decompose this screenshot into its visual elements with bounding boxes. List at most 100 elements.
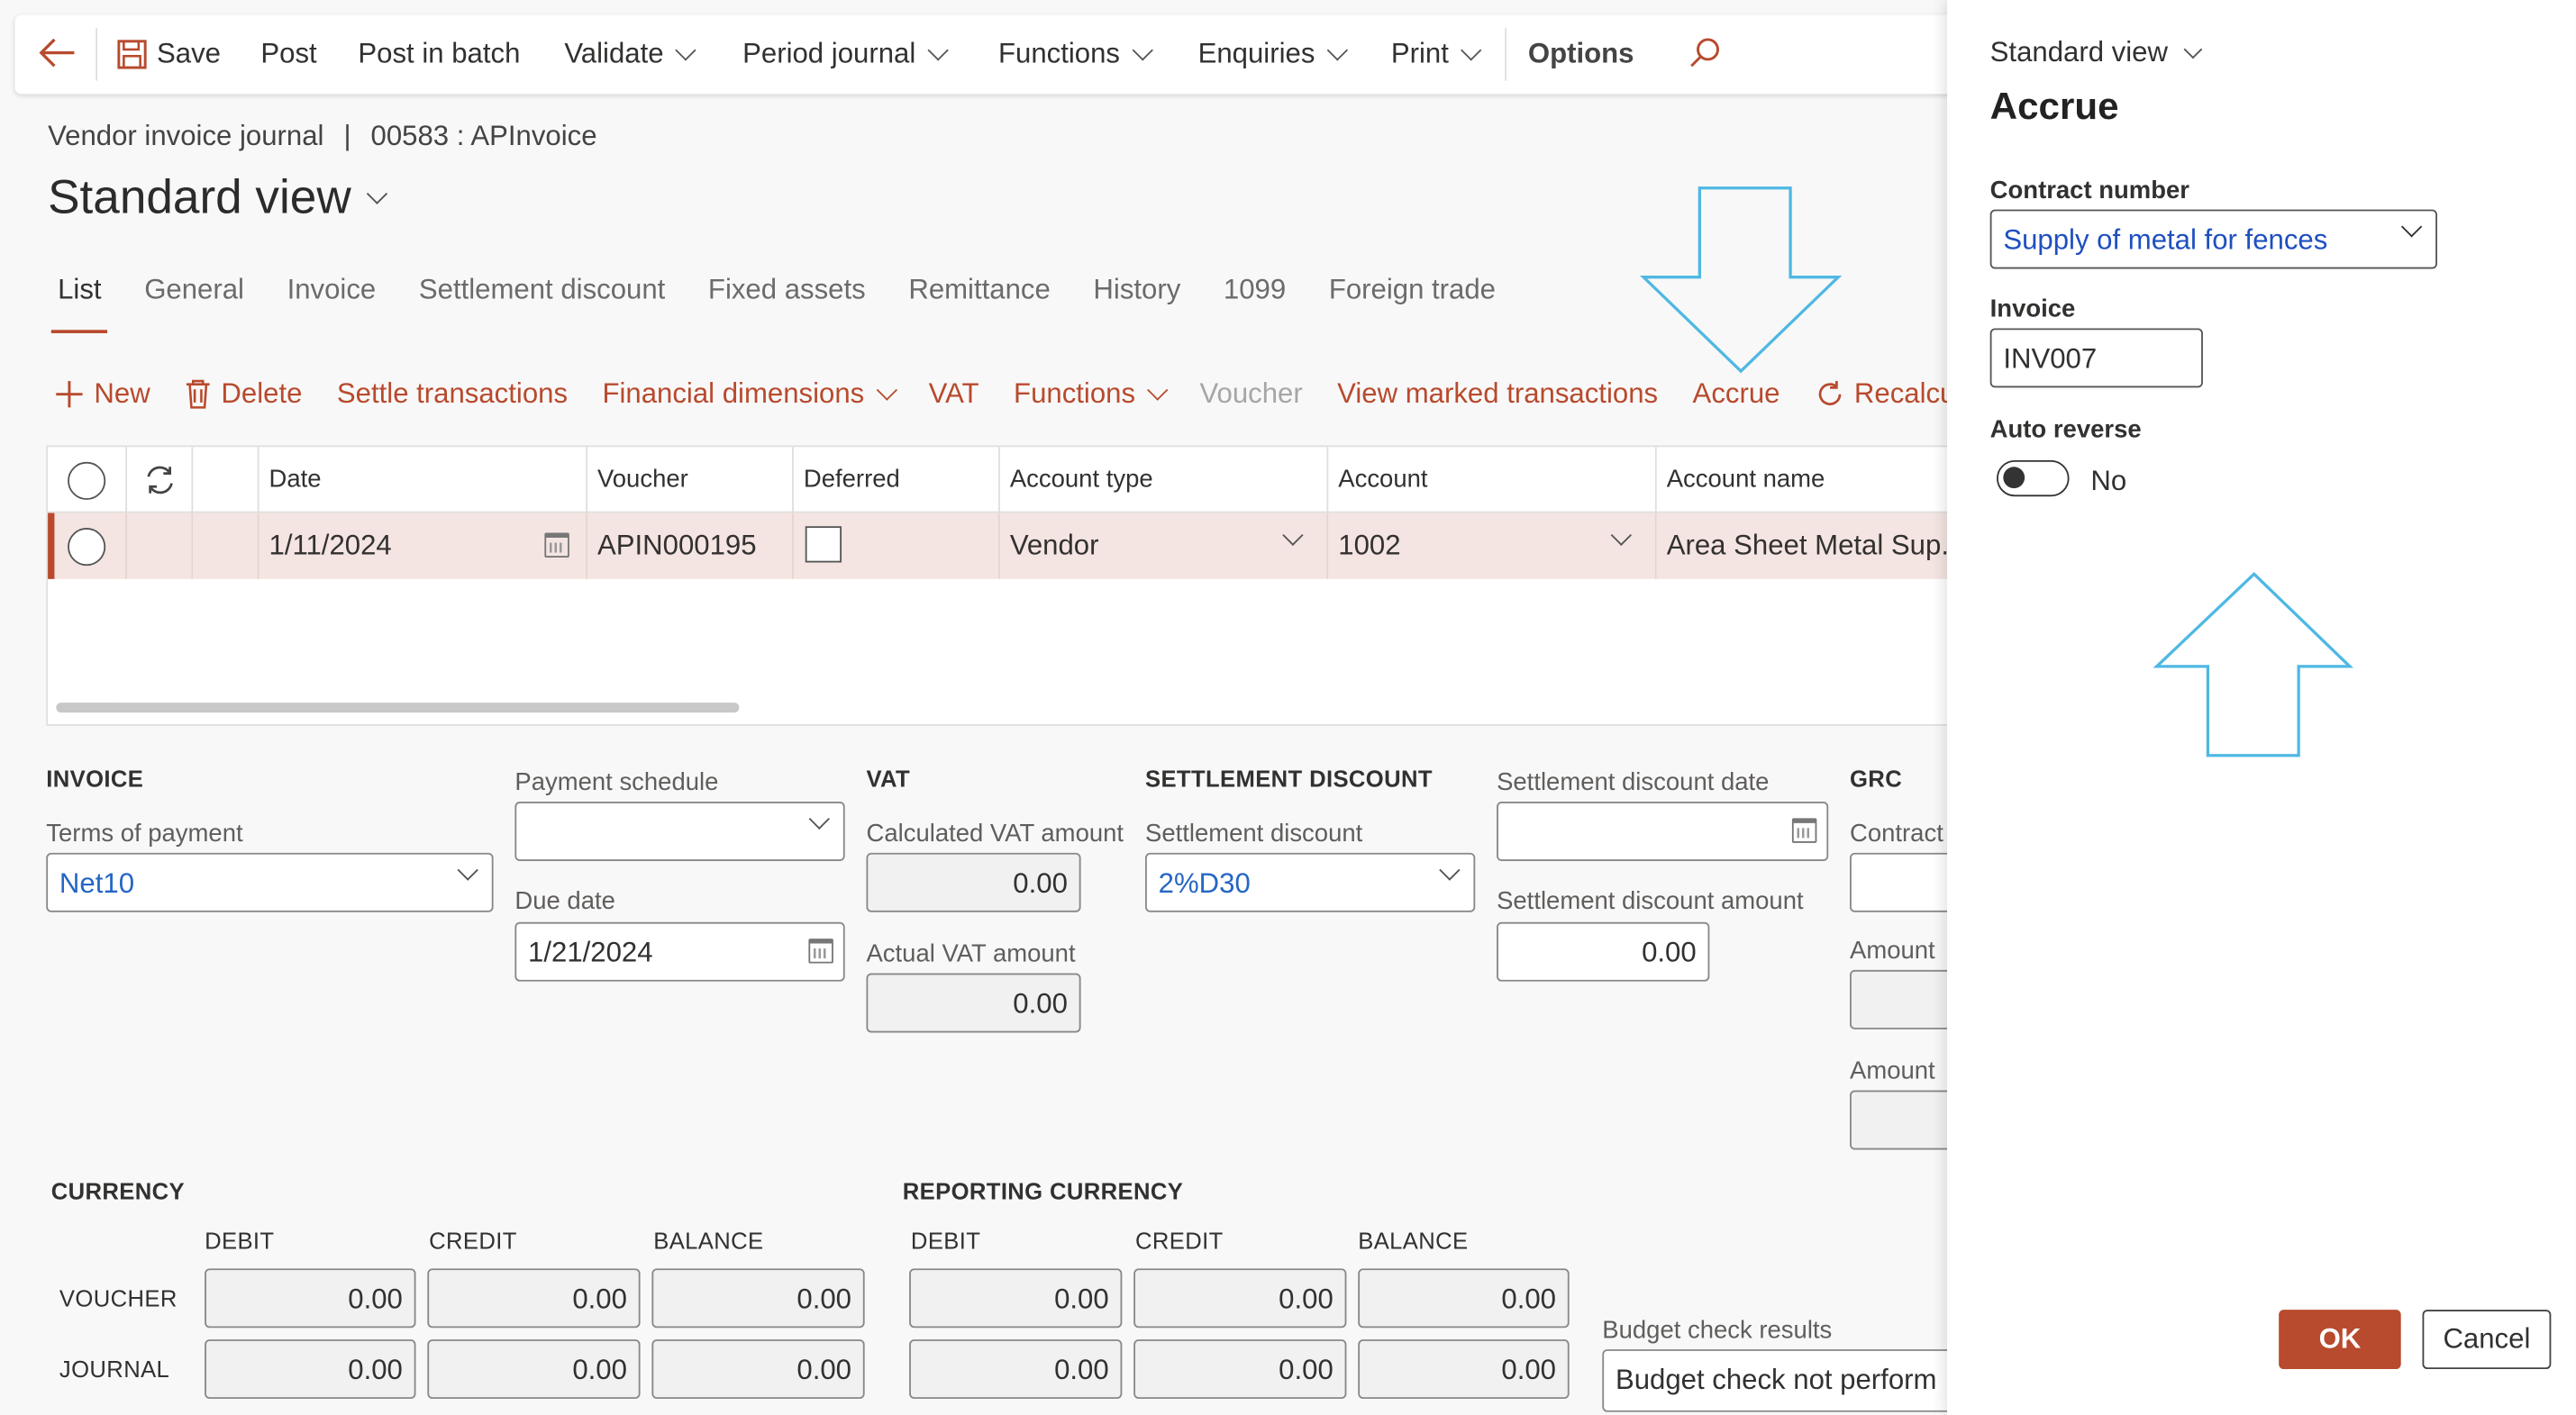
tab-settlement-discount[interactable]: Settlement discount xyxy=(409,274,675,323)
date-value: 1/11/2024 xyxy=(269,529,392,561)
refresh-icon[interactable] xyxy=(142,462,178,498)
select-all-radio[interactable] xyxy=(68,461,106,500)
deferred-column-label: Deferred xyxy=(803,465,900,494)
reporting-journal-balance: 0.00 xyxy=(1358,1339,1570,1400)
tab-fixed-assets[interactable]: Fixed assets xyxy=(698,274,876,323)
recalculate-button[interactable]: Recalcu xyxy=(1815,377,1947,411)
horizontal-scrollbar[interactable] xyxy=(56,703,740,713)
contract-number-value: Supply of metal for fences xyxy=(2003,224,2328,256)
view-marked-transactions-button[interactable]: View marked transactions xyxy=(1337,377,1658,411)
auto-reverse-toggle[interactable] xyxy=(1996,459,2070,497)
account-name-column-header[interactable]: Account name xyxy=(1656,447,1948,513)
search-icon[interactable] xyxy=(1687,36,1723,80)
post-in-batch-label: Post in batch xyxy=(358,38,521,69)
grid-functions-menu[interactable]: Functions xyxy=(1014,377,1169,411)
account-type-cell[interactable]: Vendor xyxy=(999,512,1329,579)
enquiries-menu[interactable]: Enquiries xyxy=(1198,38,1348,71)
contract-number-select[interactable]: Supply of metal for fences xyxy=(1989,209,2437,269)
period-journal-menu[interactable]: Period journal xyxy=(742,38,949,71)
settle-transactions-button[interactable]: Settle transactions xyxy=(337,377,568,411)
row-select-radio[interactable] xyxy=(68,528,106,567)
calendar-icon[interactable] xyxy=(544,532,569,558)
toolbar-divider xyxy=(96,28,98,81)
voucher-cell[interactable]: APIN000195 xyxy=(587,512,794,579)
new-label: New xyxy=(94,377,150,410)
terms-of-payment-select[interactable]: Net10 xyxy=(46,852,494,912)
chevron-down-icon xyxy=(1132,40,1153,61)
invoice-input[interactable]: INV007 xyxy=(1989,328,2203,388)
post-in-batch-button[interactable]: Post in batch xyxy=(358,38,520,71)
account-name-cell[interactable]: Area Sheet Metal Sup... xyxy=(1656,512,1948,579)
breadcrumb-journal[interactable]: Vendor invoice journal xyxy=(48,121,323,152)
tab-list[interactable]: List xyxy=(48,274,111,333)
calendar-icon[interactable] xyxy=(808,939,833,964)
tab-invoice[interactable]: Invoice xyxy=(278,274,387,323)
account-column-header[interactable]: Account xyxy=(1328,447,1657,513)
deferred-checkbox[interactable] xyxy=(805,526,842,563)
financial-dimensions-label: Financial dimensions xyxy=(602,377,865,410)
annotation-arrow-down-icon xyxy=(1639,186,1843,374)
tab-remittance[interactable]: Remittance xyxy=(898,274,1060,323)
chevron-down-icon xyxy=(808,808,830,830)
post-button[interactable]: Post xyxy=(260,38,316,71)
accrue-button[interactable]: Accrue xyxy=(1693,377,1780,411)
date-column-header[interactable]: Date xyxy=(259,447,587,513)
calendar-icon[interactable] xyxy=(1791,818,1817,843)
tab-general[interactable]: General xyxy=(134,274,254,323)
view-marked-transactions-label: View marked transactions xyxy=(1337,377,1659,410)
refresh-header[interactable] xyxy=(127,447,194,513)
cancel-button[interactable]: Cancel xyxy=(2422,1310,2552,1370)
reporting-currency-heading: REPORTING CURRENCY xyxy=(902,1177,1184,1204)
ok-button[interactable]: OK xyxy=(2279,1310,2401,1370)
select-all-header[interactable] xyxy=(48,447,128,513)
financial-dimensions-menu[interactable]: Financial dimensions xyxy=(602,377,897,411)
refresh-icon xyxy=(1818,381,1841,405)
row-cell-blank xyxy=(127,512,194,579)
ok-label: OK xyxy=(2318,1322,2362,1355)
payment-schedule-select[interactable] xyxy=(514,802,845,861)
print-menu[interactable]: Print xyxy=(1390,38,1482,71)
account-cell[interactable]: 1002 xyxy=(1328,512,1657,579)
chevron-down-icon[interactable] xyxy=(1610,524,1633,546)
period-journal-label: Period journal xyxy=(742,38,916,69)
panel-view-selector[interactable]: Standard view xyxy=(1990,36,2202,69)
chevron-down-icon[interactable] xyxy=(1282,524,1304,546)
tab-1099[interactable]: 1099 xyxy=(1214,274,1296,323)
settlement-discount-select[interactable]: 2%D30 xyxy=(1144,852,1476,912)
grc-contract-field[interactable] xyxy=(1849,852,1948,912)
voucher-column-header[interactable]: Voucher xyxy=(587,447,794,513)
new-button[interactable]: New xyxy=(54,377,150,411)
terms-of-payment-value: Net10 xyxy=(59,867,135,900)
currency-journal-balance-value: 0.00 xyxy=(796,1354,852,1386)
annotation-arrow-up-icon xyxy=(2153,572,2353,757)
tab-foreign-trade[interactable]: Foreign trade xyxy=(1319,274,1506,323)
reporting-voucher-credit-value: 0.00 xyxy=(1279,1283,1334,1315)
view-selector[interactable]: Standard view xyxy=(48,171,387,225)
due-date-field[interactable]: 1/21/2024 xyxy=(514,921,845,982)
settlement-discount-date-field[interactable] xyxy=(1497,802,1829,861)
currency-voucher-balance-value: 0.00 xyxy=(796,1283,852,1315)
save-button[interactable]: Save xyxy=(117,38,221,71)
accrue-label: Accrue xyxy=(1692,377,1780,410)
functions-menu[interactable]: Functions xyxy=(998,38,1153,71)
payment-schedule-label: Payment schedule xyxy=(514,768,719,797)
options-button[interactable]: Options xyxy=(1528,38,1634,71)
delete-button[interactable]: Delete xyxy=(185,377,302,411)
tab-history[interactable]: History xyxy=(1083,274,1190,323)
budget-check-value: Budget check not perform xyxy=(1615,1364,1937,1396)
breadcrumb-batch[interactable]: 00583 : APInvoice xyxy=(371,121,597,152)
settlement-discount-amount-field[interactable]: 0.00 xyxy=(1497,921,1710,982)
deferred-column-header[interactable]: Deferred xyxy=(793,447,1000,513)
currency-journal-credit-value: 0.00 xyxy=(572,1354,627,1386)
back-arrow-icon[interactable] xyxy=(38,34,77,78)
row-select-cell[interactable] xyxy=(48,512,128,579)
account-type-column-header[interactable]: Account type xyxy=(999,447,1329,513)
print-label: Print xyxy=(1390,38,1449,69)
journal-lines-grid: Date Voucher Deferred Account type Accou… xyxy=(46,445,1948,726)
chevron-down-icon xyxy=(366,183,387,204)
date-cell[interactable]: 1/11/2024 xyxy=(259,512,587,579)
vat-button[interactable]: VAT xyxy=(929,377,979,411)
validate-menu[interactable]: Validate xyxy=(564,38,696,71)
accrue-dialog: Standard view Accrue Contract number Sup… xyxy=(1947,0,2576,1415)
vat-heading: VAT xyxy=(866,765,911,793)
